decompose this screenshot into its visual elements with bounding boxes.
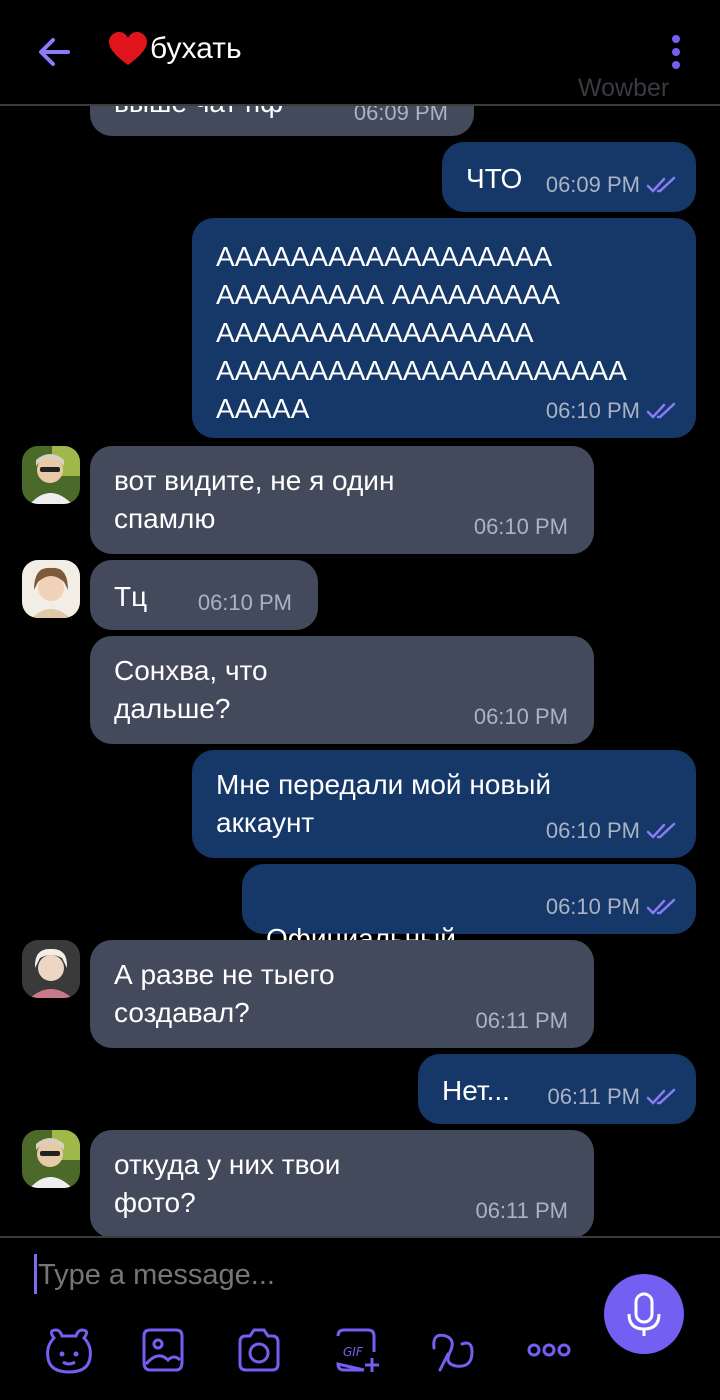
avatar[interactable] [22, 940, 80, 998]
message-text: А разве не тыего создавал? [114, 959, 335, 1028]
message-time: 06:10 PM [197, 590, 292, 615]
message-time: 06:10 PM [546, 894, 678, 920]
gif-icon[interactable]: GIF [330, 1326, 380, 1374]
message-text: Нет... [442, 1075, 510, 1106]
message-text: Сонхва, что дальше? [114, 655, 268, 724]
message-time: 06:09 PM [546, 172, 678, 198]
more-icon[interactable] [524, 1326, 574, 1374]
message-bubble-outgoing[interactable]: АААААААААААААААААА ААААААААА ААААААААА А… [192, 218, 696, 438]
message-bubble-incoming[interactable]: вот видите, не я один спамлю 06:10 PM [90, 446, 594, 554]
message-bubble-incoming[interactable]: А разве не тыего создавал? 06:11 PM [90, 940, 594, 1048]
watermark: Wowber [578, 74, 670, 102]
avatar[interactable] [22, 560, 80, 618]
message-time: 06:10 PM [546, 398, 678, 424]
more-options-icon[interactable] [664, 34, 688, 70]
read-receipt-icon [646, 1088, 676, 1105]
message-time: 06:09 PM [353, 104, 448, 125]
avatar[interactable] [22, 446, 80, 504]
chat-title-text: бухать [150, 32, 242, 65]
message-bubble-outgoing[interactable]: Мне передали мой новый аккаунт 06:10 PM [192, 750, 696, 858]
microphone-icon [627, 1292, 661, 1336]
message-composer: GIF [0, 1236, 720, 1400]
camera-icon[interactable] [234, 1326, 284, 1374]
message-list[interactable]: выше чат пф 06:09 PM ЧТО 06:09 PM АААААА… [0, 104, 720, 1236]
message-time: 06:11 PM [475, 1198, 568, 1223]
gallery-icon[interactable] [138, 1326, 188, 1374]
message-bubble-outgoing[interactable]: ЧТО 06:09 PM [442, 142, 696, 212]
read-receipt-icon [646, 402, 676, 419]
message-text: выше чат пф [114, 104, 283, 122]
message-bubble-outgoing[interactable]: Официальный ☝ 06:10 PM [242, 864, 696, 992]
read-receipt-icon [646, 176, 676, 193]
message-bubble-incoming[interactable]: выше чат пф 06:09 PM [90, 104, 474, 136]
message-time: 06:10 PM [473, 704, 568, 729]
message-input[interactable] [36, 1258, 580, 1293]
message-text: вот видите, не я один спамлю [114, 465, 395, 534]
message-time: 06:11 PM [475, 1008, 568, 1033]
message-text: Тц [114, 581, 148, 612]
chat-header: бухать Wowber [0, 0, 720, 106]
sticker-icon[interactable] [44, 1326, 94, 1374]
message-bubble-incoming[interactable]: Сонхва, что дальше? 06:10 PM [90, 636, 594, 744]
message-bubble-incoming[interactable]: откуда у них твои фото? 06:11 PM [90, 1130, 594, 1236]
voice-message-button[interactable] [604, 1274, 684, 1354]
back-arrow-icon[interactable] [34, 32, 74, 72]
doodle-icon[interactable] [428, 1326, 478, 1374]
chat-title[interactable]: бухать [108, 32, 242, 66]
message-bubble-incoming[interactable]: Тц 06:10 PM [90, 560, 318, 630]
read-receipt-icon [646, 898, 676, 915]
read-receipt-icon [646, 822, 676, 839]
message-text: откуда у них твои фото? [114, 1149, 341, 1218]
heart-icon [109, 32, 147, 65]
message-time: 06:10 PM [546, 818, 678, 844]
svg-text:GIF: GIF [343, 1345, 364, 1359]
message-text: Мне передали мой новый аккаунт [216, 769, 551, 838]
message-time: 06:10 PM [473, 514, 568, 539]
message-bubble-outgoing[interactable]: Нет... 06:11 PM [418, 1054, 696, 1124]
message-text: ЧТО [466, 163, 523, 194]
message-time: 06:11 PM [547, 1084, 678, 1110]
avatar[interactable] [22, 1130, 80, 1188]
